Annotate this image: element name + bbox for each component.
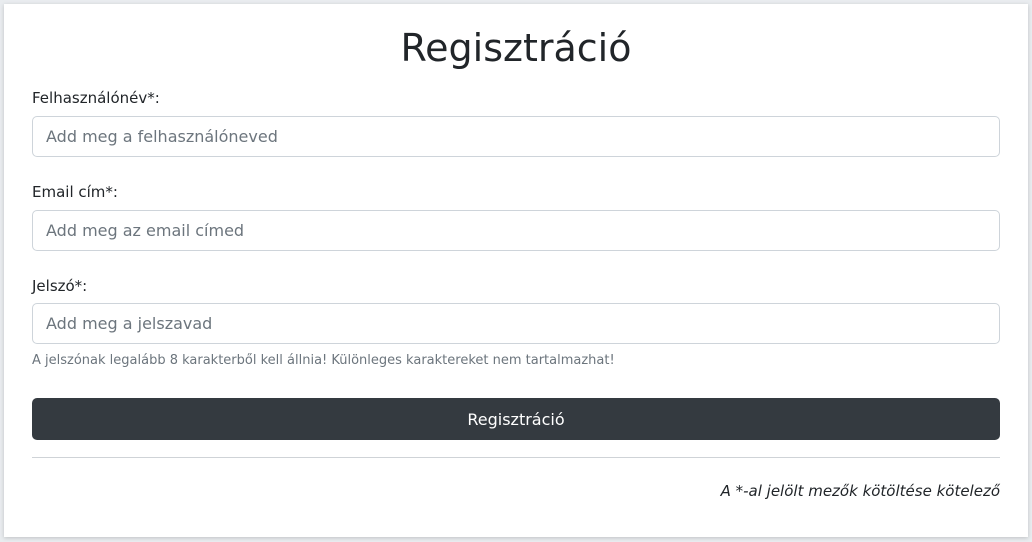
password-label: Jelszó*:	[32, 277, 88, 295]
required-fields-note: A *-al jelölt mezők kötöltése kötelező	[720, 482, 1000, 500]
registration-card: Regisztráció Felhasználónév*: Email cím*…	[4, 4, 1028, 537]
password-hint: A jelszónak legalább 8 karakterből kell …	[32, 353, 615, 368]
username-label: Felhasználónév*:	[32, 89, 160, 107]
password-input[interactable]	[32, 303, 1000, 344]
username-input[interactable]	[32, 116, 1000, 157]
email-input[interactable]	[32, 210, 1000, 251]
divider	[32, 457, 1000, 458]
page-title: Regisztráció	[400, 26, 632, 70]
email-label: Email cím*:	[32, 183, 118, 201]
register-button[interactable]: Regisztráció	[32, 398, 1000, 440]
